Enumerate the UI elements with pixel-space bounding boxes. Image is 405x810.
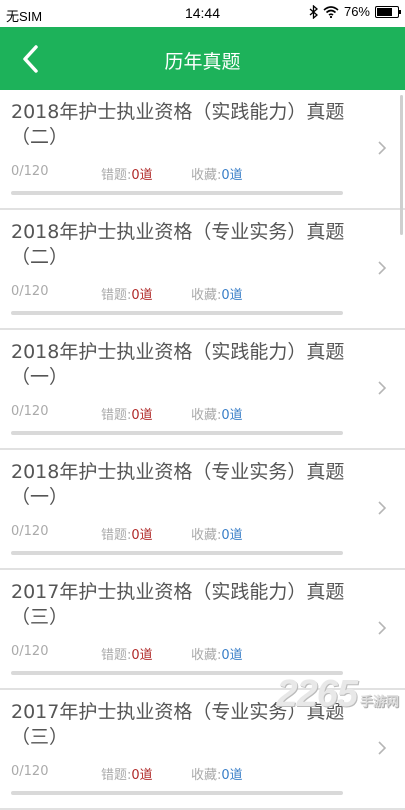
wrong-value: 0道 — [131, 648, 153, 663]
favorite-label: 收藏: — [191, 528, 222, 543]
wrong-count: 错题:0道 — [101, 404, 153, 423]
battery-percent: 76% — [343, 4, 370, 19]
status-indicators: 76% — [309, 4, 401, 19]
favorite-count: 收藏:0道 — [191, 644, 243, 663]
item-title: 2018年护士执业资格（专业实务）真题（一） — [11, 461, 345, 508]
wrong-count: 错题:0道 — [101, 284, 153, 303]
wrong-label: 错题: — [101, 768, 132, 783]
favorite-label: 收藏: — [191, 288, 222, 303]
nav-bar: 历年真题 — [0, 27, 405, 90]
wrong-value: 0道 — [131, 288, 153, 303]
progress-count: 0/120 — [11, 644, 49, 659]
progress-bar — [11, 191, 343, 195]
list-item[interactable]: 2018年护士执业资格（专业实务）真题（二） 0/120 错题:0道 收藏:0道 — [0, 210, 405, 330]
progress-bar — [11, 551, 343, 555]
progress-count: 0/120 — [11, 524, 49, 539]
favorite-label: 收藏: — [191, 648, 222, 663]
battery-icon — [375, 5, 401, 18]
wrong-count: 错题:0道 — [101, 164, 153, 183]
wrong-count: 错题:0道 — [101, 644, 153, 663]
wrong-label: 错题: — [101, 528, 132, 543]
wrong-label: 错题: — [101, 288, 132, 303]
item-stats: 0/120 错题:0道 收藏:0道 — [11, 284, 351, 303]
chevron-right-icon — [378, 741, 387, 755]
progress-count: 0/120 — [11, 764, 49, 779]
favorite-value: 0道 — [221, 648, 243, 663]
item-title: 2018年护士执业资格（实践能力）真题（二） — [11, 101, 345, 148]
item-title: 2018年护士执业资格（实践能力）真题（一） — [11, 341, 345, 388]
wrong-label: 错题: — [101, 168, 132, 183]
item-stats: 0/120 错题:0道 收藏:0道 — [11, 404, 351, 423]
chevron-right-icon — [378, 261, 387, 275]
item-stats: 0/120 错题:0道 收藏:0道 — [11, 644, 351, 663]
chevron-right-icon — [378, 381, 387, 395]
favorite-value: 0道 — [221, 408, 243, 423]
item-title: 2018年护士执业资格（专业实务）真题（二） — [11, 221, 345, 268]
list-item[interactable]: 2017年护士执业资格（实践能力）真题（三） 0/120 错题:0道 收藏:0道 — [0, 570, 405, 690]
chevron-right-icon — [378, 621, 387, 635]
favorite-value: 0道 — [221, 288, 243, 303]
wrong-count: 错题:0道 — [101, 524, 153, 543]
wrong-label: 错题: — [101, 648, 132, 663]
favorite-count: 收藏:0道 — [191, 524, 243, 543]
progress-bar — [11, 431, 343, 435]
item-stats: 0/120 错题:0道 收藏:0道 — [11, 164, 351, 183]
item-title: 2017年护士执业资格（实践能力）真题（三） — [11, 581, 345, 628]
list-item[interactable]: 2018年护士执业资格（实践能力）真题（一） 0/120 错题:0道 收藏:0道 — [0, 330, 405, 450]
page-title: 历年真题 — [164, 51, 241, 73]
status-bar: 无SIM 14:44 76% — [0, 0, 405, 27]
progress-bar — [11, 311, 343, 315]
wrong-count: 错题:0道 — [101, 764, 153, 783]
favorite-count: 收藏:0道 — [191, 164, 243, 183]
watermark-name: 手游网 — [359, 694, 399, 709]
chevron-right-icon — [378, 501, 387, 515]
list-item[interactable]: 2018年护士执业资格（专业实务）真题（一） 0/120 错题:0道 收藏:0道 — [0, 450, 405, 570]
progress-count: 0/120 — [11, 284, 49, 299]
bluetooth-icon — [309, 4, 318, 19]
list-item[interactable]: 2018年护士执业资格（实践能力）真题（二） 0/120 错题:0道 收藏:0道 — [0, 90, 405, 210]
wrong-label: 错题: — [101, 408, 132, 423]
progress-count: 0/120 — [11, 164, 49, 179]
favorite-count: 收藏:0道 — [191, 284, 243, 303]
item-stats: 0/120 错题:0道 收藏:0道 — [11, 764, 351, 783]
watermark: 2265 手游网 — [276, 673, 399, 716]
wrong-value: 0道 — [131, 408, 153, 423]
scrollbar[interactable] — [400, 95, 403, 235]
progress-bar — [11, 791, 343, 795]
favorite-label: 收藏: — [191, 768, 222, 783]
favorite-count: 收藏:0道 — [191, 764, 243, 783]
watermark-number: 2265 — [276, 673, 358, 715]
favorite-value: 0道 — [221, 168, 243, 183]
favorite-count: 收藏:0道 — [191, 404, 243, 423]
favorite-label: 收藏: — [191, 408, 222, 423]
wifi-icon — [323, 5, 339, 18]
item-stats: 0/120 错题:0道 收藏:0道 — [11, 524, 351, 543]
favorite-value: 0道 — [221, 768, 243, 783]
favorite-value: 0道 — [221, 528, 243, 543]
progress-count: 0/120 — [11, 404, 49, 419]
wrong-value: 0道 — [131, 168, 153, 183]
wrong-value: 0道 — [131, 528, 153, 543]
chevron-right-icon — [378, 141, 387, 155]
wrong-value: 0道 — [131, 768, 153, 783]
favorite-label: 收藏: — [191, 168, 222, 183]
